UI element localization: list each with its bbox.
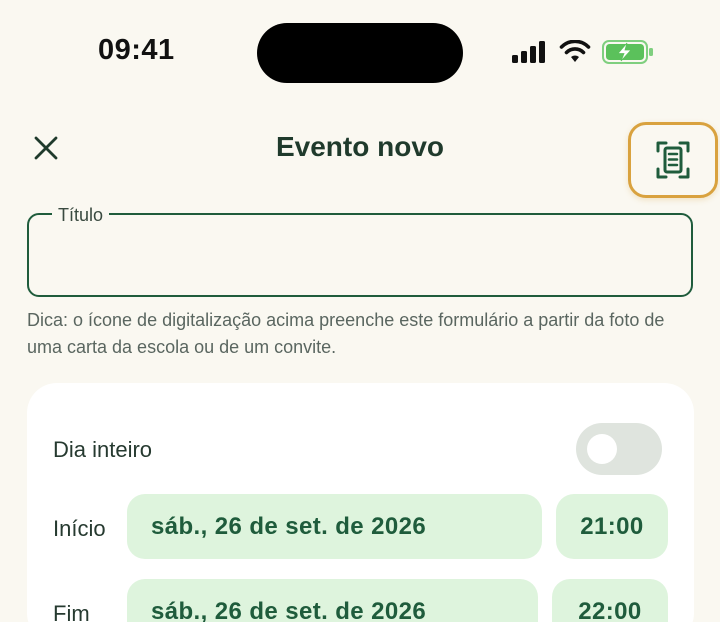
end-date-button[interactable]: sáb., 26 de set. de 2026: [127, 579, 538, 622]
scan-hint-text: Dica: o ícone de digitalização acima pre…: [27, 310, 665, 357]
signal-icon: [512, 41, 545, 63]
start-time-button[interactable]: 21:00: [556, 494, 668, 559]
toggle-knob: [587, 434, 617, 464]
title-field-label: Título: [52, 205, 110, 226]
all-day-label: Dia inteiro: [53, 437, 153, 462]
start-date-button[interactable]: sáb., 26 de set. de 2026: [127, 494, 542, 559]
all-day-toggle[interactable]: [576, 423, 662, 475]
start-label: Início: [53, 516, 106, 541]
dynamic-island: [257, 23, 463, 83]
status-time: 09:41: [98, 34, 175, 66]
end-label: Fim: [53, 601, 90, 622]
status-bar: 09:41: [0, 0, 720, 100]
document-scan-icon: [656, 141, 690, 179]
wifi-icon: [559, 40, 591, 62]
scan-document-button[interactable]: [628, 122, 718, 198]
end-time-button[interactable]: 22:00: [552, 579, 668, 622]
title-input[interactable]: [40, 236, 680, 276]
page-title: Evento novo: [275, 131, 444, 162]
battery-charging-icon: [602, 40, 653, 64]
